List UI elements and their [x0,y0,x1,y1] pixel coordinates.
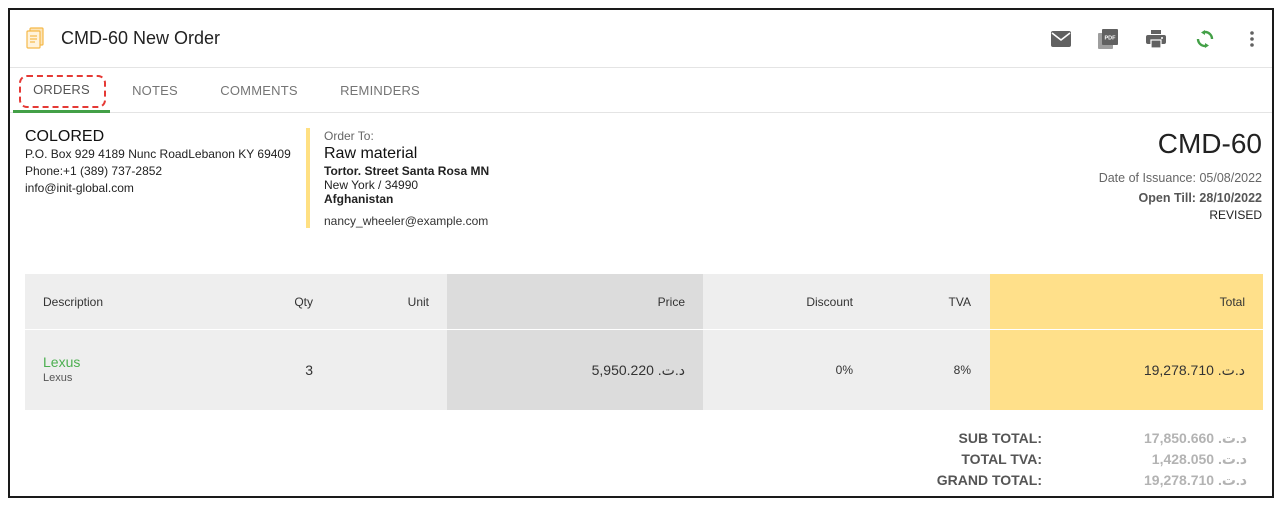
company-info: COLORED P.O. Box 929 4189 Nunc RoadLeban… [25,128,291,197]
email-button[interactable] [1049,27,1073,51]
sub-total-value: د.ت. 17,850.660 [1144,430,1247,446]
more-options-button[interactable] [1240,27,1264,51]
document-info: CMD-60 Date of Issuance: 05/08/2022 Open… [1099,128,1262,223]
company-email: info@init-global.com [25,181,134,195]
client-street: Tortor. Street Santa Rosa MN [324,164,490,178]
tab-reminders[interactable]: REMINDERS [330,68,430,113]
total-tva-label: TOTAL TVA: [961,451,1042,467]
column-header-price: Price [447,274,703,329]
grand-total-label: GRAND TOTAL: [936,472,1042,488]
client-name: Raw material [324,145,418,162]
column-header-description: Description [43,294,104,309]
print-button[interactable] [1144,27,1168,51]
client-city: New York / 34990 [324,178,419,192]
status-badge: REVISED [1209,208,1262,222]
open-till-date: Open Till: 28/10/2022 [1138,191,1262,205]
sync-icon [1196,30,1214,48]
issuance-date: Date of Issuance: 05/08/2022 [1098,171,1262,185]
item-description-cell: Lexus Lexus [43,330,223,410]
print-icon [1146,30,1166,48]
grand-total-value: د.ت. 19,278.710 [1144,472,1247,488]
item-unit [345,330,429,410]
sub-total-label: SUB TOTAL: [958,430,1042,446]
client-email: nancy_wheeler@example.com [324,214,489,228]
column-header-unit: Unit [407,294,429,309]
client-country: Afghanistan [324,192,394,206]
item-subdescription: Lexus [43,372,73,384]
tab-comments[interactable]: COMMENTS [210,68,308,113]
item-qty: 3 [305,362,313,378]
item-discount: 0% [835,363,853,377]
column-header-discount: Discount [806,294,853,309]
convert-button[interactable] [1193,27,1217,51]
column-header-tva: TVA [948,294,971,309]
header-bar: CMD-60 New Order PDF [10,10,1272,68]
order-to-block: Order To: Raw material Tortor. Street Sa… [306,128,489,228]
mail-icon [1051,31,1071,47]
item-total: د.ت. 19,278.710 [990,330,1263,410]
item-price: د.ت. 5,950.220 [447,330,703,410]
pdf-badge-text: PDF [1105,36,1117,42]
order-window: CMD-60 New Order PDF ORDERS NOTES COMMEN… [8,8,1274,498]
total-tva-value: د.ت. 1,428.050 [1151,451,1247,467]
document-number: CMD-60 [1157,128,1262,159]
pdf-button[interactable]: PDF [1096,27,1120,51]
company-address: P.O. Box 929 4189 Nunc RoadLebanon KY 69… [25,147,291,161]
order-to-label: Order To: [324,129,374,143]
tab-notes[interactable]: NOTES [120,68,190,113]
page-title: CMD-60 New Order [61,28,221,48]
tab-bar: ORDERS NOTES COMMENTS REMINDERS [10,68,1272,113]
item-tva: 8% [953,363,971,377]
column-header-total: Total [990,274,1263,329]
column-header-qty: Qty [294,294,313,309]
more-vert-icon [1250,31,1254,47]
order-items-table: Description Qty Unit Price Discount TVA … [25,274,1263,410]
annotation-highlight [19,75,106,108]
company-phone: Phone:+1 (389) 737-2852 [25,164,163,178]
company-name: COLORED [25,128,105,145]
pdf-icon: PDF [1098,29,1118,49]
document-icon [26,27,46,49]
item-name-link[interactable]: Lexus [43,354,80,371]
